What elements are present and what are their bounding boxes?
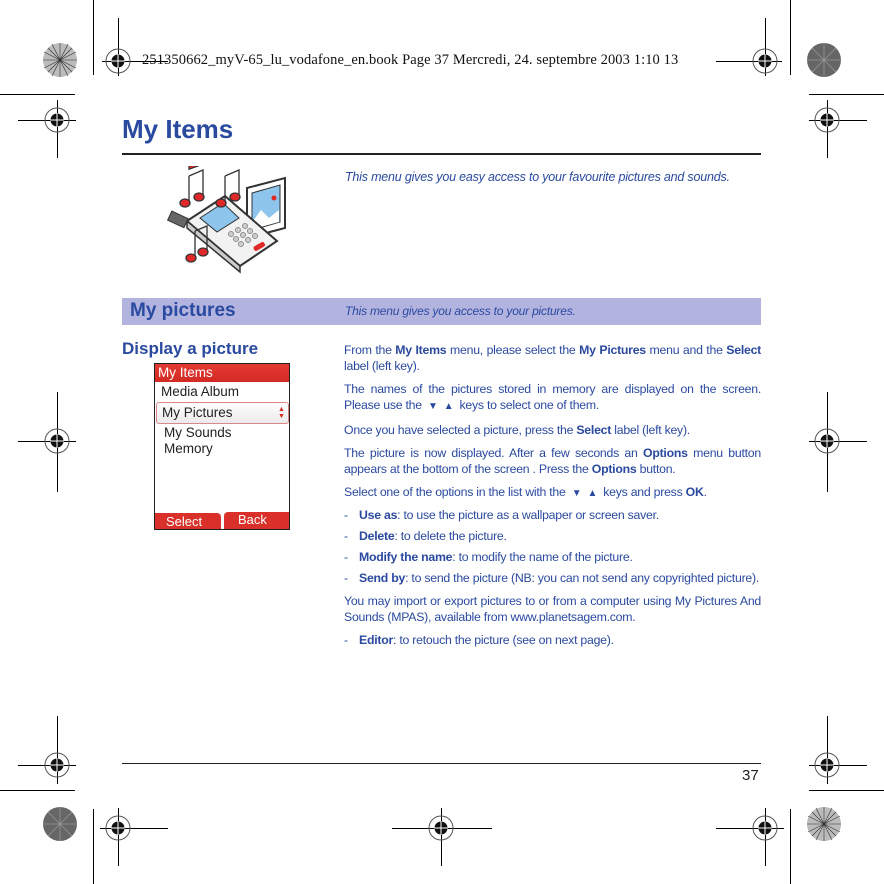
paragraph: The picture is now displayed. After a fe… — [344, 446, 761, 476]
select-softkey[interactable]: Select — [155, 513, 221, 529]
menu-item-my-pictures[interactable]: My Pictures ▲ ▼ — [156, 402, 289, 424]
paragraph: From the My Items menu, please select th… — [344, 343, 762, 373]
phone-screen-title: My Items — [158, 365, 213, 380]
option-list-item: - Delete: to delete the picture. — [344, 529, 507, 543]
option-list-item: - Send by: to send the picture (NB: you … — [344, 571, 760, 585]
registration-mark-icon — [105, 815, 131, 841]
body-text: From the My Items menu, please select th… — [344, 342, 761, 653]
intro-text: This menu gives you easy access to your … — [345, 170, 730, 184]
crop-line — [790, 0, 791, 75]
registration-mark-icon — [814, 428, 840, 454]
menu-item-my-sounds[interactable]: My Sounds — [164, 425, 232, 440]
crop-line — [809, 790, 884, 791]
back-softkey[interactable]: Back — [224, 512, 289, 529]
page-number: 37 — [742, 767, 759, 784]
menu-item-label: My Pictures — [162, 405, 233, 420]
menu-item-memory[interactable]: Memory — [164, 441, 213, 456]
registration-mark-icon — [44, 107, 70, 133]
select-softkey-label: Select — [166, 514, 203, 529]
registration-mark-icon — [428, 815, 454, 841]
crop-line — [0, 790, 75, 791]
registration-mark-icon — [752, 48, 778, 74]
crop-line — [809, 94, 884, 95]
paragraph: Select one of the options in the list wi… — [344, 484, 761, 502]
phone-screen: My Items Media Album My Pictures ▲ ▼ My S… — [154, 363, 290, 530]
down-arrow-key-icon: ▼ — [428, 401, 438, 412]
phone-screen-title-bar: My Items — [155, 364, 289, 382]
paragraph: The names of the pictures stored in memo… — [344, 381, 761, 415]
page-title: My Items — [122, 114, 234, 144]
section-band: My pictures This menu gives you access t… — [122, 298, 761, 325]
paragraph: Once you have selected a picture, press … — [344, 423, 690, 437]
registration-mark-icon — [44, 752, 70, 778]
subsection-title: Display a picture — [122, 339, 259, 358]
registration-mark-icon — [814, 107, 840, 133]
registration-mark-icon — [814, 752, 840, 778]
section-title: My pictures — [130, 300, 236, 321]
option-list-item: - Modify the name: to modify the name of… — [344, 550, 633, 564]
crop-line — [93, 809, 94, 884]
phone-with-music-notes-and-picture-icon — [166, 166, 286, 274]
scroll-arrows-icon: ▲ ▼ — [278, 406, 285, 420]
section-description: This menu gives you access to your pictu… — [345, 304, 576, 318]
registration-mark-icon — [752, 815, 778, 841]
registration-mark-icon — [105, 48, 131, 74]
color-rosette-icon — [43, 807, 77, 841]
paragraph: You may import or export pictures to or … — [344, 594, 761, 624]
print-header: 251350662_myV-65_lu_vodafone_en.book Pag… — [142, 52, 679, 68]
footer-divider — [122, 763, 761, 764]
menu-item-media-album[interactable]: Media Album — [161, 384, 239, 399]
crop-line — [93, 0, 94, 75]
color-rosette-icon — [807, 807, 841, 841]
up-arrow-key-icon: ▲ — [443, 401, 454, 412]
back-softkey-label: Back — [238, 512, 267, 527]
color-rosette-icon — [43, 43, 77, 77]
up-arrow-key-icon: ▲ — [587, 488, 598, 499]
down-arrow-key-icon: ▼ — [571, 488, 582, 499]
color-rosette-icon — [807, 43, 841, 77]
crop-line — [0, 94, 75, 95]
option-list-item: - Editor: to retouch the picture (see on… — [344, 633, 614, 647]
crop-line — [790, 809, 791, 884]
option-list-item: - Use as: to use the picture as a wallpa… — [344, 508, 659, 522]
registration-mark-icon — [44, 428, 70, 454]
title-divider — [122, 153, 761, 155]
